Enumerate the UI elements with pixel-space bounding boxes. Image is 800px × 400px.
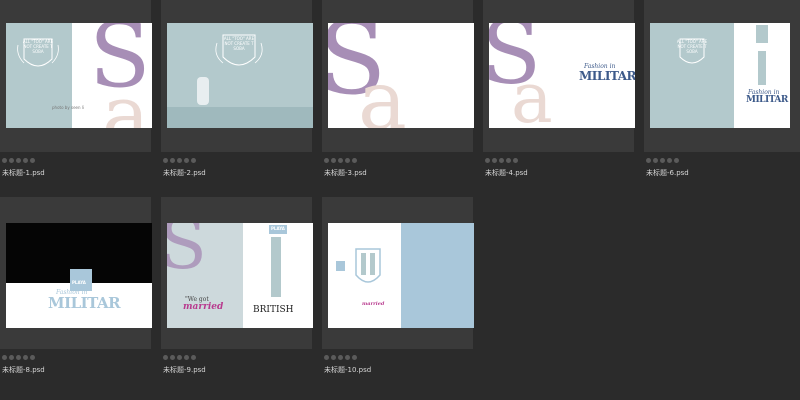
playa-label: PLAYA [271,226,285,231]
star-icon[interactable] [331,158,336,163]
playa-label: PLAYA [72,280,86,285]
star-icon[interactable] [9,158,14,163]
star-icon[interactable] [513,158,518,163]
file-browser-grid: S a ALL "TOO" ARE NOT CREATE T SOBA phot… [0,0,800,400]
star-icon[interactable] [23,158,28,163]
star-icon[interactable] [9,355,14,360]
photo-credit: photo by seen li [52,105,85,110]
star-icon[interactable] [667,158,672,163]
file-name[interactable]: 未标题-1.psd [2,168,45,178]
star-icon[interactable] [324,355,329,360]
ground-strip [167,107,313,128]
file-tile[interactable]: S a 未标题-3.psd [322,0,474,177]
star-icon[interactable] [30,158,35,163]
star-icon[interactable] [23,355,28,360]
star-icon[interactable] [163,355,168,360]
military-title: MILITAR [746,95,788,105]
blue-panel [401,223,474,328]
star-icon[interactable] [177,158,182,163]
star-icon[interactable] [660,158,665,163]
star-icon[interactable] [338,355,343,360]
rating-stars[interactable] [646,158,679,163]
star-icon[interactable] [331,355,336,360]
figure-shape [197,77,209,105]
thumbnail-4[interactable]: S a Fashion in MILITAR [489,23,635,128]
large-a-letter: a [102,68,150,129]
crest-text: ALL "TOO" ARE NOT CREATE T SOBA [22,39,54,54]
star-icon[interactable] [345,158,350,163]
crest-text: ALL "TOO" ARE NOT CREATE T SOBA [676,39,708,54]
star-icon[interactable] [352,158,357,163]
star-icon[interactable] [674,158,679,163]
thumbnail-10[interactable]: married [328,223,474,328]
star-icon[interactable] [345,355,350,360]
rating-stars[interactable] [324,158,357,163]
vertical-bar [758,51,766,85]
star-icon[interactable] [2,158,7,163]
file-name[interactable]: 未标题-3.psd [324,168,367,178]
rating-stars[interactable] [2,158,35,163]
star-icon[interactable] [506,158,511,163]
file-tile[interactable]: ALL "TOO" ARE NOT CREATE T SOBA Fashion … [644,0,800,177]
star-icon[interactable] [184,355,189,360]
star-icon[interactable] [485,158,490,163]
married-text: married [362,301,385,307]
rating-stars[interactable] [163,355,196,360]
star-icon[interactable] [16,158,21,163]
crest-text: ALL "TOO" ARE NOT CREATE T SOBA [223,36,255,51]
large-a-letter: a [358,54,407,129]
star-icon[interactable] [170,355,175,360]
large-s-letter: S [167,223,207,285]
star-icon[interactable] [324,158,329,163]
thumbnail-6[interactable]: ALL "TOO" ARE NOT CREATE T SOBA Fashion … [650,23,790,128]
star-icon[interactable] [352,355,357,360]
large-a-letter: a [511,57,553,128]
star-icon[interactable] [191,355,196,360]
star-icon[interactable] [646,158,651,163]
star-icon[interactable] [16,355,21,360]
thumbnail-9[interactable]: S "We got married PLAYA BRITISH [167,223,313,328]
star-icon[interactable] [2,355,7,360]
rating-stars[interactable] [485,158,518,163]
file-tile[interactable]: married 未标题-10.psd [322,197,474,374]
star-icon[interactable] [184,158,189,163]
file-tile[interactable]: S a ALL "TOO" ARE NOT CREATE T SOBA phot… [0,0,152,177]
military-title: MILITAR [48,294,121,312]
file-tile[interactable]: ALL "TOO" ARE NOT CREATE T SOBA 未标题-2.ps… [161,0,313,177]
side-badge [336,261,345,271]
star-icon[interactable] [499,158,504,163]
thumbnail-3[interactable]: S a [328,23,474,128]
file-name[interactable]: 未标题-9.psd [163,365,206,375]
british-text: BRITISH [253,305,294,315]
rating-stars[interactable] [324,355,357,360]
file-name[interactable]: 未标题-4.psd [485,168,528,178]
star-icon[interactable] [170,158,175,163]
star-icon[interactable] [653,158,658,163]
file-tile[interactable]: PLAYA Fashion in MILITAR 未标题-8.psd [0,197,152,374]
rating-stars[interactable] [2,355,35,360]
file-name[interactable]: 未标题-8.psd [2,365,45,375]
crest-icon [355,248,381,283]
file-name[interactable]: 未标题-2.psd [163,168,206,178]
file-name[interactable]: 未标题-6.psd [646,168,689,178]
ribbon-tab [756,25,768,43]
star-icon[interactable] [30,355,35,360]
military-title: MILITAR [579,69,635,83]
thumbnail-2[interactable]: ALL "TOO" ARE NOT CREATE T SOBA [167,23,313,128]
file-name[interactable]: 未标题-10.psd [324,365,371,375]
file-tile[interactable]: S "We got married PLAYA BRITISH 未标题-9.ps… [161,197,313,374]
married-text: married [183,302,224,312]
star-icon[interactable] [163,158,168,163]
star-icon[interactable] [191,158,196,163]
vertical-bar [271,237,281,297]
star-icon[interactable] [492,158,497,163]
star-icon[interactable] [177,355,182,360]
thumbnail-8[interactable]: PLAYA Fashion in MILITAR [6,223,152,328]
file-tile[interactable]: S a Fashion in MILITAR 未标题-4.psd [483,0,635,177]
star-icon[interactable] [338,158,343,163]
thumbnail-1[interactable]: S a ALL "TOO" ARE NOT CREATE T SOBA phot… [6,23,152,128]
rating-stars[interactable] [163,158,196,163]
